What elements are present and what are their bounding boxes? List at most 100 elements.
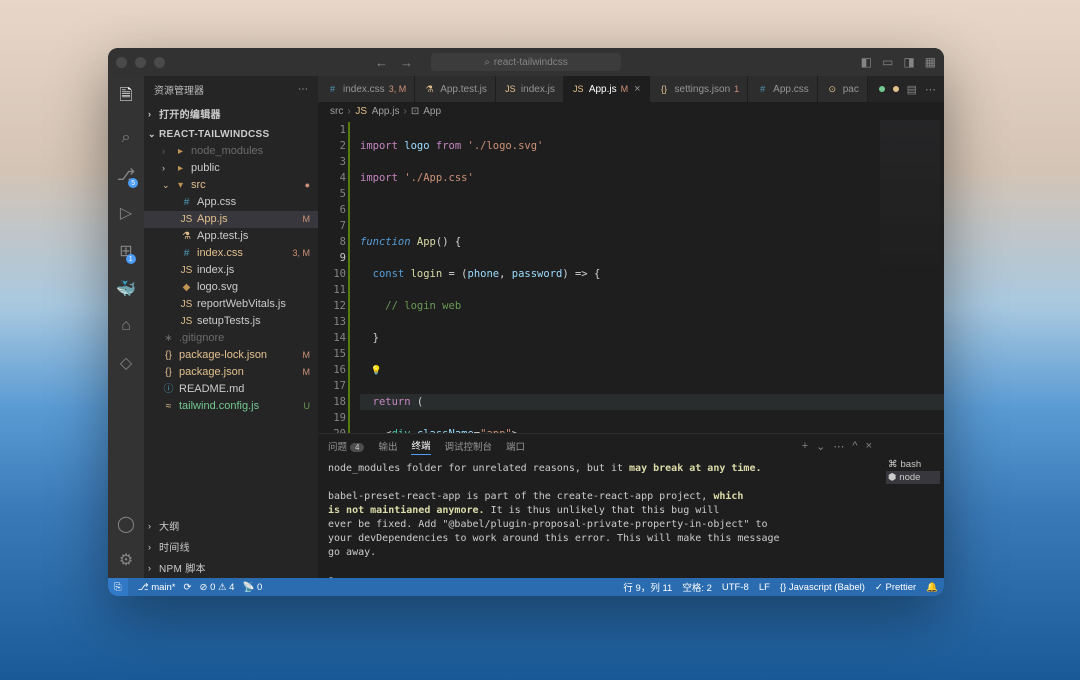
- close-dot[interactable]: [116, 57, 127, 68]
- status-dot-green: [879, 86, 885, 92]
- tree-public[interactable]: ›▸public: [144, 160, 318, 177]
- panel-tab-output[interactable]: 输出: [378, 439, 397, 453]
- timeline-section[interactable]: ›时间线: [144, 536, 318, 557]
- md-icon: ⓘ: [162, 383, 175, 396]
- tree-src[interactable]: ⌄▾src●: [144, 177, 318, 194]
- tree-appcss[interactable]: #App.css: [144, 194, 318, 211]
- minimize-dot[interactable]: [135, 57, 146, 68]
- remote-button[interactable]: ⎘: [108, 578, 128, 596]
- compare-icon[interactable]: ▤: [907, 83, 917, 96]
- search-text: react-tailwindcss: [494, 57, 568, 68]
- prettier-status[interactable]: ✓ Prettier: [875, 582, 916, 593]
- panel-tab-ports[interactable]: 端口: [506, 439, 525, 453]
- language-status[interactable]: {} Javascript (Babel): [780, 582, 865, 593]
- activity-bar: 🗎 ⌕ ⎇5 ▷ ⊞1 🐳 ⌂ ◇ ◯ ⚙: [108, 76, 144, 578]
- scm-badge: 5: [128, 178, 138, 188]
- js-icon: JS: [572, 83, 585, 96]
- lightbulb-icon[interactable]: 💡: [360, 366, 382, 376]
- close-icon[interactable]: ×: [866, 440, 872, 453]
- breadcrumb[interactable]: src› JSApp.js› ⊡App: [318, 102, 944, 120]
- tree-pkg[interactable]: {}package.jsonM: [144, 364, 318, 381]
- tab-appcss[interactable]: #App.css: [748, 76, 818, 102]
- sidebar-title: 资源管理器: [154, 82, 204, 97]
- chevron-down-icon[interactable]: ⌄: [816, 440, 825, 453]
- tab-apptest[interactable]: ⚗App.test.js: [415, 76, 496, 102]
- terminal-node[interactable]: ⬢node: [886, 471, 940, 484]
- zoom-dot[interactable]: [154, 57, 165, 68]
- ports-status[interactable]: 📡 0: [242, 582, 262, 593]
- tree-tailwind[interactable]: ≈tailwind.config.jsU: [144, 398, 318, 415]
- tree-setuptests[interactable]: JSsetupTests.js: [144, 313, 318, 330]
- gitlab-icon[interactable]: ⌂: [121, 317, 131, 335]
- more-icon[interactable]: ⋯: [925, 83, 936, 96]
- tree-reportweb[interactable]: JSreportWebVitals.js: [144, 296, 318, 313]
- tree-gitignore[interactable]: ∗.gitignore: [144, 330, 318, 347]
- docker-icon[interactable]: 🐳: [116, 279, 136, 299]
- more-icon[interactable]: ⋯: [833, 440, 844, 453]
- svg-icon: ◆: [180, 281, 193, 294]
- js-icon: JS: [355, 105, 368, 118]
- open-editors-section[interactable]: ›打开的编辑器: [144, 104, 318, 123]
- debug-icon[interactable]: ▷: [120, 203, 132, 223]
- maximize-icon[interactable]: ^: [852, 440, 857, 453]
- tree-apptest[interactable]: ⚗App.test.js: [144, 228, 318, 245]
- status-dot-yellow: [893, 86, 899, 92]
- terminal-list: ⌘bash ⬢node: [882, 434, 944, 578]
- tree-appjs[interactable]: JSApp.jsM: [144, 211, 318, 228]
- explorer-icon[interactable]: 🗎: [120, 84, 133, 111]
- css-icon: #: [180, 247, 193, 260]
- fox-icon[interactable]: ◇: [120, 353, 132, 373]
- tree-logosvg[interactable]: ◆logo.svg: [144, 279, 318, 296]
- tab-indexjs[interactable]: JSindex.js: [496, 76, 564, 102]
- json-icon: ⊙: [826, 83, 839, 96]
- layout-right-icon[interactable]: ◨: [903, 55, 914, 69]
- sidebar: 资源管理器 ⋯ ›打开的编辑器 ⌄REACT-TAILWINDCSS ›▸nod…: [144, 76, 318, 578]
- tab-pac[interactable]: ⊙pac: [818, 76, 868, 102]
- command-center[interactable]: ⌕ react-tailwindcss: [431, 53, 621, 71]
- close-icon[interactable]: ×: [634, 83, 640, 95]
- indent-status[interactable]: 空格: 2: [682, 580, 712, 594]
- eol-status[interactable]: LF: [759, 582, 770, 593]
- tree-indexcss[interactable]: #index.css3, M: [144, 245, 318, 262]
- search-activity-icon[interactable]: ⌕: [122, 129, 131, 147]
- panel-tabs: 问题4 输出 终端 调试控制台 端口 + ⌄ ⋯ ^ ×: [318, 434, 882, 458]
- panel-tab-debug[interactable]: 调试控制台: [445, 439, 493, 453]
- js-icon: ⚗: [180, 230, 193, 243]
- scm-icon[interactable]: ⎇5: [117, 165, 135, 185]
- tree-indexjs[interactable]: JSindex.js: [144, 262, 318, 279]
- tree-node-modules[interactable]: ›▸node_modules: [144, 143, 318, 160]
- nav-fwd-icon[interactable]: →: [400, 55, 413, 70]
- layout-bottom-icon[interactable]: ▭: [882, 55, 893, 69]
- sync-icon[interactable]: ⟳: [184, 582, 192, 593]
- npm-section[interactable]: ›NPM 脚本: [144, 557, 318, 578]
- terminal-bash[interactable]: ⌘bash: [886, 458, 940, 471]
- account-icon[interactable]: ◯: [117, 514, 135, 534]
- bell-icon[interactable]: 🔔: [926, 582, 938, 593]
- file-icon: ∗: [162, 332, 175, 345]
- settings-icon[interactable]: ⚙: [119, 550, 133, 570]
- more-icon[interactable]: ⋯: [298, 84, 308, 95]
- tab-settings[interactable]: {}settings.json 1: [650, 76, 749, 102]
- layout-grid-icon[interactable]: ▦: [925, 55, 936, 69]
- layout-left-icon[interactable]: ◧: [861, 55, 872, 69]
- tab-indexcss[interactable]: #index.css 3, M: [318, 76, 415, 102]
- git-branch[interactable]: ⎇ main*: [138, 582, 176, 593]
- new-terminal-icon[interactable]: +: [802, 440, 808, 453]
- nav-back-icon[interactable]: ←: [375, 55, 388, 70]
- extensions-icon[interactable]: ⊞1: [119, 241, 132, 261]
- terminal-output[interactable]: node_modules folder for unrelated reason…: [318, 458, 882, 578]
- encoding-status[interactable]: UTF-8: [722, 582, 749, 593]
- minimap[interactable]: [880, 120, 940, 280]
- cursor-position[interactable]: 行 9，列 11: [623, 580, 672, 594]
- tree-readme[interactable]: ⓘREADME.md: [144, 381, 318, 398]
- tree-pkglock[interactable]: {}package-lock.jsonM: [144, 347, 318, 364]
- folder-icon: ▸: [174, 162, 187, 175]
- code-editor[interactable]: import logo from './logo.svg' import './…: [354, 120, 944, 433]
- panel-tab-problems[interactable]: 问题4: [328, 439, 364, 453]
- problems-status[interactable]: ⊘ 0 ⚠ 4: [199, 582, 234, 593]
- project-section[interactable]: ⌄REACT-TAILWINDCSS: [144, 127, 318, 142]
- shell-icon: ⌘: [888, 459, 898, 470]
- tab-appjs[interactable]: JSApp.js M×: [564, 76, 650, 102]
- panel-tab-terminal[interactable]: 终端: [411, 438, 430, 455]
- outline-section[interactable]: ›大纲: [144, 515, 318, 536]
